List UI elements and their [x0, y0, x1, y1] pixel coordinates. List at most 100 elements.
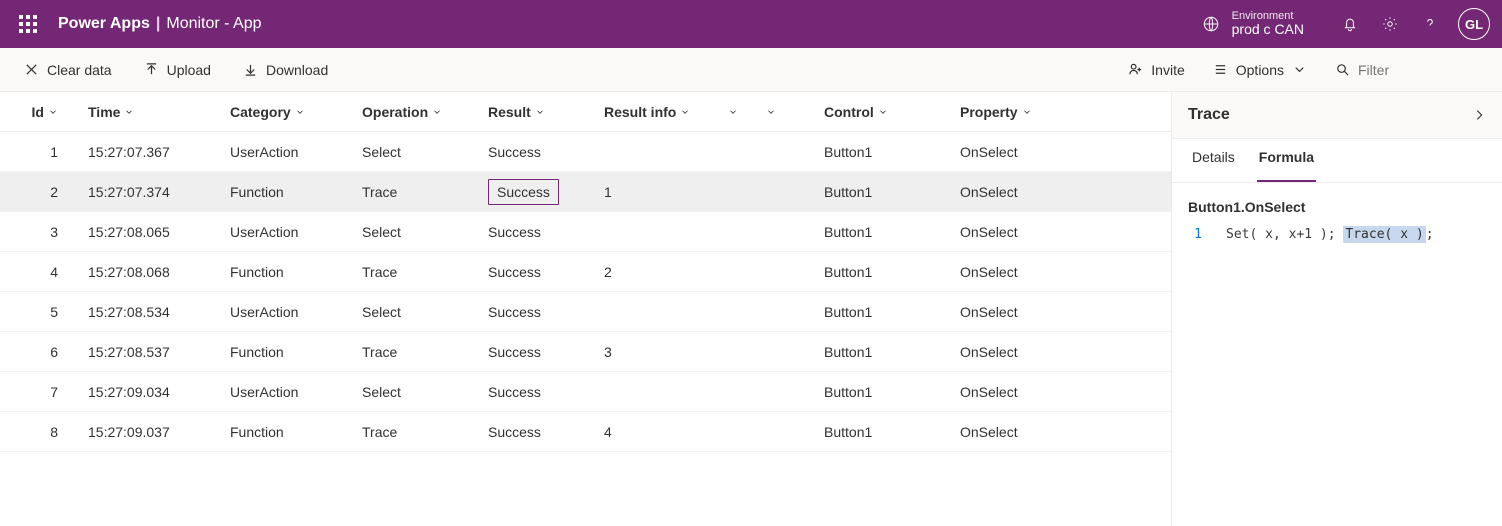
search-icon [1335, 62, 1350, 77]
cell-control: Button1 [814, 344, 950, 360]
code-highlight: Trace( x ) [1343, 226, 1425, 243]
col-operation[interactable]: Operation [352, 104, 478, 120]
table-row[interactable]: 215:27:07.374FunctionTraceSuccess1Button… [0, 172, 1171, 212]
col-time[interactable]: Time [78, 104, 220, 120]
grid-body: 115:27:07.367UserActionSelectSuccessButt… [0, 132, 1171, 452]
upload-button[interactable]: Upload [130, 48, 225, 91]
events-grid: Id Time Category Operation Result Result… [0, 92, 1172, 526]
cell-operation: Trace [352, 344, 478, 360]
col-control-label: Control [824, 104, 874, 120]
cell-time: 15:27:08.068 [78, 264, 220, 280]
panel-title: Trace [1188, 106, 1230, 124]
cell-result-info: 1 [594, 184, 718, 200]
table-row[interactable]: 715:27:09.034UserActionSelectSuccessButt… [0, 372, 1171, 412]
cell-control: Button1 [814, 224, 950, 240]
cell-time: 15:27:07.367 [78, 144, 220, 160]
environment-text: Environment prod c CAN [1232, 10, 1304, 37]
cell-control: Button1 [814, 424, 950, 440]
help-button[interactable] [1410, 0, 1450, 48]
col-operation-label: Operation [362, 104, 428, 120]
cell-time: 15:27:09.034 [78, 384, 220, 400]
table-row[interactable]: 615:27:08.537FunctionTraceSuccess3Button… [0, 332, 1171, 372]
chevron-down-icon [432, 107, 442, 117]
col-property-label: Property [960, 104, 1018, 120]
cell-property: OnSelect [950, 384, 1120, 400]
table-row[interactable]: 515:27:08.534UserActionSelectSuccessButt… [0, 292, 1171, 332]
upload-icon [144, 62, 159, 77]
notifications-button[interactable] [1330, 0, 1370, 48]
globe-icon [1202, 15, 1220, 33]
cell-id: 8 [0, 424, 78, 440]
col-category[interactable]: Category [220, 104, 352, 120]
chevron-down-icon [48, 107, 58, 117]
result-highlight: Success [488, 179, 559, 205]
app-launcher-button[interactable] [12, 8, 44, 40]
col-control[interactable]: Control [814, 104, 950, 120]
tab-details[interactable]: Details [1180, 139, 1247, 182]
table-row[interactable]: 815:27:09.037FunctionTraceSuccess4Button… [0, 412, 1171, 452]
invite-button[interactable]: Invite [1114, 48, 1198, 91]
cell-id: 1 [0, 144, 78, 160]
environment-name: prod c CAN [1232, 22, 1304, 37]
formula-code: Set( x, x+1 ); Trace( x ); [1226, 227, 1434, 242]
cell-result: Success [478, 224, 594, 240]
cell-time: 15:27:08.534 [78, 304, 220, 320]
cell-property: OnSelect [950, 184, 1120, 200]
col-blank-2[interactable] [756, 107, 814, 117]
cell-operation: Select [352, 224, 478, 240]
panel-body: Button1.OnSelect 1 Set( x, x+1 ); Trace(… [1172, 183, 1502, 258]
upload-label: Upload [167, 62, 211, 78]
options-button[interactable]: Options [1199, 48, 1321, 91]
environment-picker[interactable]: Environment prod c CAN [1202, 10, 1304, 37]
chevron-down-icon [680, 107, 690, 117]
cell-result: Success [478, 384, 594, 400]
table-row[interactable]: 115:27:07.367UserActionSelectSuccessButt… [0, 132, 1171, 172]
cell-operation: Select [352, 384, 478, 400]
cell-id: 3 [0, 224, 78, 240]
table-row[interactable]: 315:27:08.065UserActionSelectSuccessButt… [0, 212, 1171, 252]
brand-separator: | [156, 15, 160, 33]
cell-operation: Trace [352, 264, 478, 280]
cell-result-info: 2 [594, 264, 718, 280]
filter-input[interactable] [1358, 60, 1478, 80]
col-blank-1[interactable] [718, 107, 756, 117]
list-icon [1213, 62, 1228, 77]
col-result[interactable]: Result [478, 104, 594, 120]
col-result-info-label: Result info [604, 104, 676, 120]
invite-label: Invite [1151, 62, 1184, 78]
download-button[interactable]: Download [229, 48, 342, 91]
chevron-down-icon [124, 107, 134, 117]
app-title: Power Apps | Monitor - App [58, 15, 262, 33]
tab-formula-label: Formula [1259, 149, 1314, 165]
settings-button[interactable] [1370, 0, 1410, 48]
clear-data-button[interactable]: Clear data [10, 48, 126, 91]
cell-result: Success [478, 144, 594, 160]
col-id[interactable]: Id [0, 104, 78, 120]
col-result-info[interactable]: Result info [594, 104, 718, 120]
cell-operation: Trace [352, 184, 478, 200]
cell-id: 6 [0, 344, 78, 360]
tab-details-label: Details [1192, 149, 1235, 165]
col-category-label: Category [230, 104, 291, 120]
cell-result-info: 4 [594, 424, 718, 440]
chevron-down-icon [766, 107, 776, 117]
cell-control: Button1 [814, 264, 950, 280]
cell-result: Success [478, 344, 594, 360]
download-label: Download [266, 62, 328, 78]
code-suffix: ; [1426, 227, 1434, 242]
user-avatar[interactable]: GL [1458, 8, 1490, 40]
filter-control[interactable] [1321, 48, 1492, 91]
col-property[interactable]: Property [950, 104, 1120, 120]
cell-property: OnSelect [950, 304, 1120, 320]
cell-category: UserAction [220, 384, 352, 400]
chevron-down-icon [878, 107, 888, 117]
cell-category: Function [220, 184, 352, 200]
tab-formula[interactable]: Formula [1247, 139, 1326, 182]
cell-time: 15:27:07.374 [78, 184, 220, 200]
chevron-down-icon [535, 107, 545, 117]
cell-result: Success [478, 179, 594, 205]
table-row[interactable]: 415:27:08.068FunctionTraceSuccess2Button… [0, 252, 1171, 292]
cell-operation: Select [352, 144, 478, 160]
details-panel: Trace Details Formula Button1.OnSelect 1… [1172, 92, 1502, 526]
chevron-right-icon[interactable] [1472, 108, 1486, 122]
